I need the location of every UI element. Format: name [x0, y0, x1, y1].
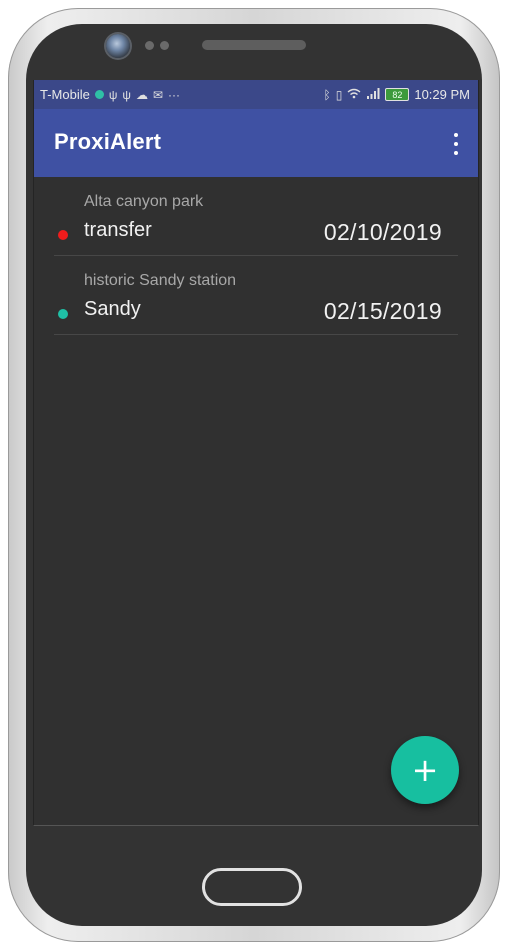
- alert-list: Alta canyon park transfer 02/10/2019 his…: [34, 177, 478, 335]
- status-bar: T-Mobile ψ ψ ☁ ✉ ··· ᛒ ▯ 82 10:29 PM: [34, 80, 478, 109]
- more-vert-icon[interactable]: [452, 133, 460, 155]
- alert-date: 02/15/2019: [323, 298, 442, 324]
- proximity-sensor: [145, 41, 154, 50]
- app-title: ProxiAlert: [54, 129, 162, 154]
- earpiece-speaker: [202, 40, 306, 50]
- status-time: 10:29 PM: [414, 87, 470, 102]
- home-button[interactable]: [202, 868, 302, 906]
- notification-dot-icon: [94, 90, 104, 99]
- usb-icon: ψ: [122, 87, 131, 102]
- usb-icon: ψ: [108, 87, 118, 102]
- alert-location: Alta canyon park: [84, 193, 204, 210]
- battery-level: 82: [392, 89, 403, 100]
- alert-title: Sandy: [84, 298, 141, 320]
- vibrate-icon: ▯: [335, 87, 343, 102]
- wifi-icon: [347, 88, 361, 101]
- bluetooth-icon: ᛒ: [323, 87, 331, 102]
- alert-location: historic Sandy station: [84, 272, 237, 289]
- front-camera: [106, 34, 130, 58]
- battery-icon: 82: [385, 88, 410, 101]
- app-bar: ProxiAlert: [34, 109, 478, 177]
- alert-title: transfer: [84, 219, 152, 241]
- light-sensor: [160, 41, 169, 50]
- list-divider: [54, 334, 458, 335]
- signal-icon: [366, 88, 380, 101]
- add-alert-button[interactable]: +: [391, 736, 459, 804]
- carrier-label: T-Mobile: [40, 87, 90, 102]
- status-dot-icon: [58, 309, 68, 319]
- screen: T-Mobile ψ ψ ☁ ✉ ··· ᛒ ▯ 82 10:29 PM Pro…: [33, 80, 479, 826]
- more-dots-icon: ···: [168, 87, 181, 102]
- mail-icon: ✉: [152, 87, 164, 102]
- cloud-icon: ☁: [135, 87, 148, 102]
- alert-date: 02/10/2019: [323, 219, 442, 245]
- plus-icon: +: [411, 751, 439, 789]
- status-dot-icon: [58, 230, 68, 240]
- alert-item-sandy[interactable]: historic Sandy station Sandy 02/15/2019: [34, 256, 478, 335]
- alert-item-transfer[interactable]: Alta canyon park transfer 02/10/2019: [34, 177, 478, 256]
